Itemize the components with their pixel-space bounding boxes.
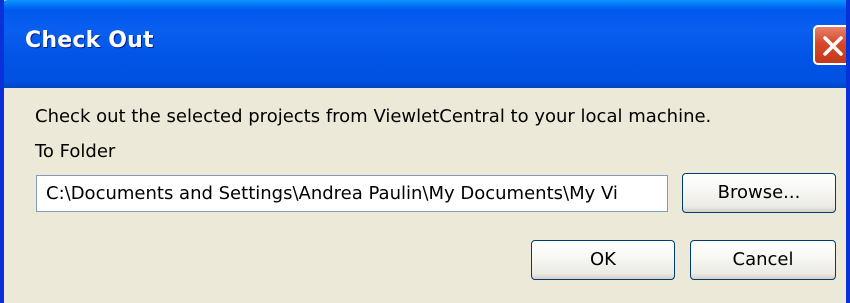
close-icon <box>823 36 843 56</box>
title-bar[interactable]: Check Out <box>4 0 846 88</box>
folder-path-input[interactable] <box>36 175 668 212</box>
to-folder-label: To Folder <box>35 141 116 162</box>
cancel-button[interactable]: Cancel <box>690 240 836 280</box>
dialog-body: Check out the selected projects from Vie… <box>4 88 846 303</box>
dialog-description: Check out the selected projects from Vie… <box>35 106 712 127</box>
dialog-title: Check Out <box>25 28 154 53</box>
check-out-dialog: Check Out Check out the selected project… <box>0 0 850 303</box>
ok-button[interactable]: OK <box>531 240 675 280</box>
browse-button[interactable]: Browse... <box>682 173 836 213</box>
close-button[interactable] <box>813 25 846 65</box>
